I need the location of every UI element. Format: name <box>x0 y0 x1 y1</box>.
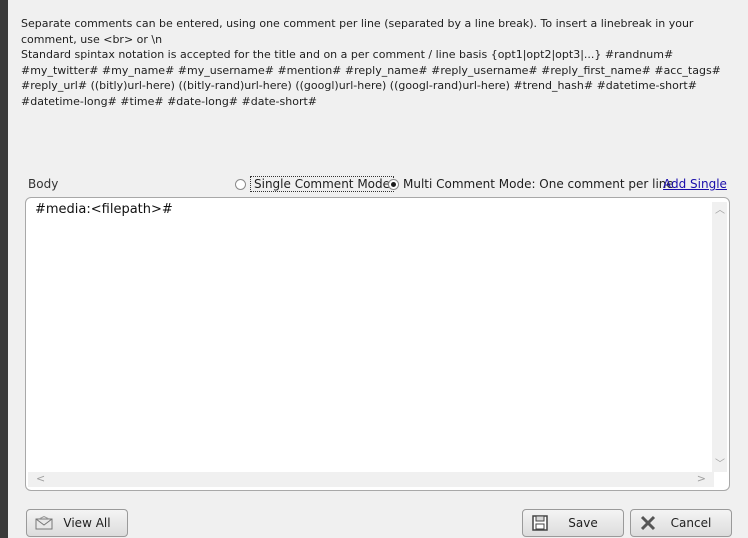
horizontal-scrollbar[interactable]: < > <box>28 472 714 487</box>
floppy-disk-icon <box>531 515 549 531</box>
radio-checked-icon <box>388 178 399 190</box>
cancel-label: Cancel <box>670 516 712 530</box>
view-all-button[interactable]: View All <box>26 509 128 537</box>
mail-icon <box>35 515 53 531</box>
instructions-line-1: Separate comments can be entered, using … <box>21 17 694 46</box>
multi-comment-mode-label: Multi Comment Mode: One comment per line <box>403 177 674 191</box>
scroll-up-arrow-icon[interactable]: ︿ <box>715 206 725 216</box>
scroll-right-arrow-icon[interactable]: > <box>697 473 706 484</box>
body-label: Body <box>28 177 59 191</box>
instructions-line-2: Standard spintax notation is accepted fo… <box>21 48 721 108</box>
x-icon <box>639 515 657 531</box>
single-comment-mode-radio[interactable]: Single Comment Mode <box>235 176 395 192</box>
body-textarea-content: #media:<filepath># <box>35 202 173 217</box>
multi-comment-mode-radio[interactable]: Multi Comment Mode: One comment per line <box>388 176 674 192</box>
comment-dialog: Separate comments can be entered, using … <box>8 0 748 538</box>
save-label: Save <box>568 516 598 530</box>
instructions-text: Separate comments can be entered, using … <box>21 16 743 109</box>
add-single-link[interactable]: Add Single <box>663 177 727 191</box>
body-textarea[interactable]: #media:<filepath># ︿ ﹀ < > <box>25 197 730 491</box>
view-all-label: View All <box>63 516 111 530</box>
single-comment-mode-label: Single Comment Mode <box>250 176 395 192</box>
save-button[interactable]: Save <box>522 509 624 537</box>
scroll-down-arrow-icon[interactable]: ﹀ <box>715 460 725 470</box>
vertical-scrollbar[interactable]: ︿ ﹀ <box>712 202 727 472</box>
cancel-button[interactable]: Cancel <box>630 509 732 537</box>
scroll-left-arrow-icon[interactable]: < <box>36 473 45 484</box>
radio-unchecked-icon <box>235 178 246 190</box>
